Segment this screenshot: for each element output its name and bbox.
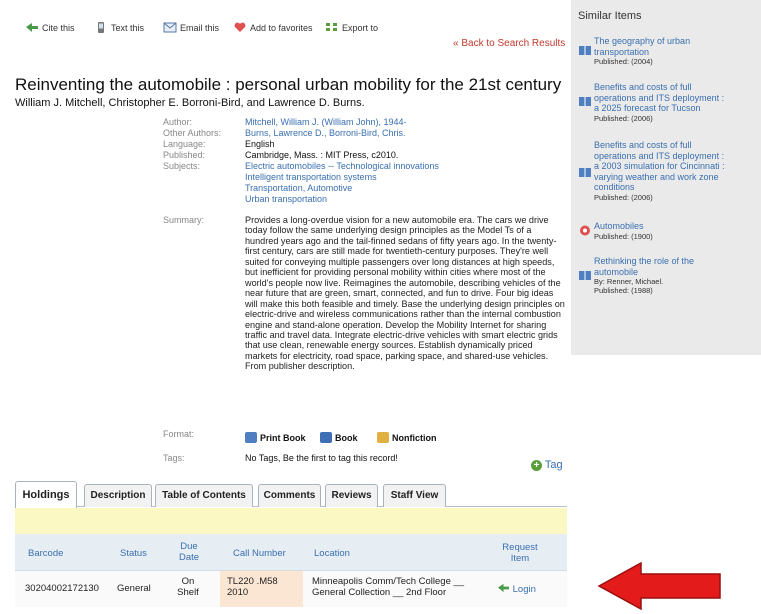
book-icon xyxy=(320,432,332,443)
subject-link[interactable]: Urban transportation xyxy=(245,194,327,204)
format-nonfiction: Nonfiction xyxy=(377,432,437,443)
status-cell: General xyxy=(117,583,151,594)
record-tabs: Holdings Description Table of Contents C… xyxy=(15,481,567,508)
similar-item[interactable]: Benefits and costs of full operations an… xyxy=(594,140,756,202)
tab-table-of-contents[interactable]: Table of Contents xyxy=(155,484,253,507)
subject-link[interactable]: Intelligent transportation systems xyxy=(245,172,377,182)
subject-link[interactable]: Electric automobiles -- Technological in… xyxy=(245,161,439,171)
heart-icon xyxy=(234,22,246,32)
text-this-link[interactable]: Text this xyxy=(94,22,144,33)
tab-reviews[interactable]: Reviews xyxy=(325,484,378,507)
col-barcode: Barcode xyxy=(28,548,64,559)
pencil-icon xyxy=(377,432,389,443)
location-2: General Collection __ 2nd Floor xyxy=(312,587,447,598)
location-1: Minneapolis Comm/Tech College __ xyxy=(312,576,465,587)
call-number-1: TL220 .M58 xyxy=(227,576,278,587)
format-book: Book xyxy=(320,432,358,443)
author-label: Author: xyxy=(163,117,193,127)
similar-items-heading: Similar Items xyxy=(578,10,642,22)
cite-this-link[interactable]: Cite this xyxy=(25,22,75,33)
col-call-number: Call Number xyxy=(233,548,286,559)
col-request-2: Item xyxy=(510,553,530,564)
tab-description[interactable]: Description xyxy=(84,484,152,507)
other-authors-link[interactable]: Burns, Lawrence D., Borroni-Bird, Chris. xyxy=(245,128,406,138)
email-this-link[interactable]: Email this xyxy=(163,22,219,33)
export-to-link[interactable]: Export to xyxy=(325,22,378,33)
call-number-2: 2010 xyxy=(227,587,249,598)
back-to-results-link[interactable]: « Back to Search Results xyxy=(453,38,565,49)
language-value: English xyxy=(245,139,275,149)
published-label: Published: xyxy=(163,150,206,160)
col-due-2: Date xyxy=(178,552,200,563)
cite-icon xyxy=(498,583,509,593)
export-icon xyxy=(326,23,337,31)
red-arrow-annotation xyxy=(597,561,721,611)
book-icon xyxy=(245,432,257,443)
summary-label: Summary: xyxy=(163,215,205,225)
col-location: Location xyxy=(314,548,350,559)
phone-icon xyxy=(98,22,104,33)
similar-item[interactable]: Rethinking the role of the automobile By… xyxy=(594,256,756,295)
similar-item[interactable]: Benefits and costs of full operations an… xyxy=(594,82,756,123)
other-authors-label: Other Authors: xyxy=(163,128,222,138)
book-icon xyxy=(579,97,591,106)
author-link[interactable]: Mitchell, William J. (William John), 194… xyxy=(245,117,407,127)
record-icon xyxy=(580,225,590,236)
format-print-book: Print Book xyxy=(245,432,306,443)
tags-label: Tags: xyxy=(163,453,185,463)
col-request-1: Request xyxy=(502,542,538,553)
summary-text: Provides a long-overdue vision for a new… xyxy=(245,215,565,372)
tab-holdings[interactable]: Holdings xyxy=(15,481,77,508)
holdings-table-header xyxy=(15,534,567,571)
due-cell-2: Shelf xyxy=(177,587,199,598)
plus-icon: + xyxy=(531,460,542,471)
subjects-label: Subjects: xyxy=(163,161,201,171)
email-icon xyxy=(163,22,177,33)
book-icon xyxy=(579,271,591,280)
subject-link[interactable]: Transportation, Automotive xyxy=(245,183,352,193)
book-icon xyxy=(579,46,591,55)
add-favorites-link[interactable]: Add to favorites xyxy=(233,22,313,33)
col-due-1: Due xyxy=(180,541,198,552)
col-status: Status xyxy=(120,548,147,559)
similar-item[interactable]: Automobiles Published: (1900) xyxy=(594,221,756,241)
cite-icon xyxy=(26,23,38,32)
tags-value: No Tags, Be the first to tag this record… xyxy=(245,453,398,463)
format-label: Format: xyxy=(163,429,195,439)
tab-staff-view[interactable]: Staff View xyxy=(383,484,446,507)
book-icon xyxy=(579,168,591,177)
tab-comments[interactable]: Comments xyxy=(258,484,321,507)
language-label: Language: xyxy=(163,139,206,149)
record-authors: William J. Mitchell, Christopher E. Borr… xyxy=(15,97,365,109)
record-title: Reinventing the automobile : personal ur… xyxy=(15,75,562,94)
add-tag-button[interactable]: + Tag xyxy=(531,459,563,471)
published-value: Cambridge, Mass. : MIT Press, c2010. xyxy=(245,150,399,160)
holdings-notice-band xyxy=(15,508,567,534)
login-request-link[interactable]: Login xyxy=(497,583,536,595)
barcode-cell: 30204002172130 xyxy=(25,583,99,594)
due-cell-1: On xyxy=(181,576,195,587)
similar-item[interactable]: The geography of urban transportation Pu… xyxy=(594,36,756,66)
